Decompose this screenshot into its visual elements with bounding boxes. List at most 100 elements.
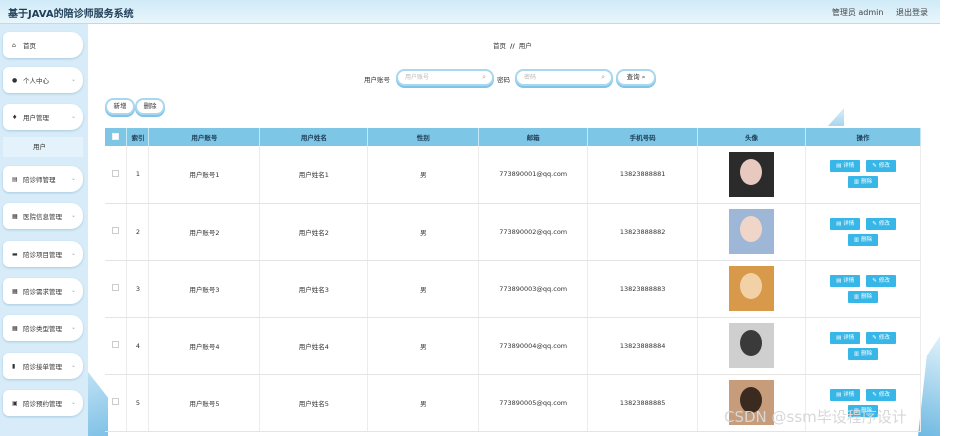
detail-button[interactable]: ▤ 详情 [830,388,861,401]
logout-link[interactable]: 退出登录 [896,8,928,17]
row-checkbox[interactable] [105,146,128,204]
trash-icon: ▥ [853,350,860,357]
sidebar-item-appointment-management[interactable]: ▣ 陪诊预约管理 ⌄ [3,390,83,416]
col-header: 索引 [126,128,150,146]
person-icon: ● [12,76,18,84]
edit-icon: ✎ [872,163,877,170]
cell-account: 用户账号1 [148,146,261,204]
cell-account: 用户账号2 [148,203,261,261]
select-all-checkbox[interactable] [105,128,128,146]
detail-label: 详情 [843,163,855,170]
avatar[interactable] [729,323,775,368]
edit-label: 修改 [878,277,890,284]
detail-button[interactable]: ▤ 详情 [830,217,861,230]
edit-button[interactable]: ✎ 修改 [866,388,896,401]
search-icon: ⌕ [601,73,605,81]
password-label: 密码 [497,76,510,84]
add-button[interactable]: 新增 [105,98,135,115]
table-header-row: 索引 用户账号 用户姓名 性别 邮箱 手机号码 头像 操作 [105,128,921,146]
cell-email: 773890001@qq.com [478,146,589,204]
cell-name: 用户姓名4 [259,317,369,375]
chevron-down-icon: ⌄ [70,287,76,294]
edit-icon: ✎ [872,334,877,341]
sidebar-item-label: 陪诊需求管理 [23,288,62,296]
avatar[interactable] [729,266,775,311]
cell-gender: 男 [367,317,480,375]
sidebar-item-project-management[interactable]: ▬ 陪诊项目管理 ⌄ [3,241,83,267]
trash-icon: ▥ [853,179,860,186]
chevron-down-icon: ⌄ [70,76,76,83]
detail-icon: ▤ [836,163,842,170]
cell-account: 用户账号3 [148,260,261,318]
edit-button[interactable]: ✎ 修改 [866,160,896,173]
cell-index: 1 [126,146,150,204]
row-checkbox[interactable] [105,260,128,318]
row-checkbox[interactable] [105,203,128,261]
cell-name: 用户姓名5 [259,374,369,432]
sidebar-item-profile[interactable]: ● 个人中心 ⌄ [3,67,83,93]
detail-button[interactable]: ▤ 详情 [830,274,861,287]
cell-email: 773890005@qq.com [478,374,589,432]
search-icon: ⌕ [482,73,486,81]
cell-gender: 男 [367,374,480,432]
chevron-down-icon: ⌄ [70,250,76,257]
account-search-input[interactable]: 用户账号 ⌕ [396,69,494,86]
breadcrumb-home[interactable]: 首页 [493,42,506,50]
breadcrumb-separator: // [510,42,515,50]
cell-index: 2 [126,203,150,261]
col-header: 性别 [367,128,480,146]
sidebar-item-label: 首页 [23,42,36,50]
detail-label: 详情 [843,391,855,398]
detail-button[interactable]: ▤ 详情 [830,331,861,344]
chevron-down-icon: ⌄ [70,175,76,182]
cell-gender: 男 [367,203,480,261]
sidebar-item-order-management[interactable]: ▮ 陪诊接单管理 ⌄ [3,353,83,379]
delete-button[interactable]: 删除 [135,98,165,115]
edit-button[interactable]: ✎ 修改 [866,331,896,344]
row-checkbox[interactable] [105,317,128,375]
row-checkbox[interactable] [105,374,128,432]
home-icon: ⌂ [12,41,16,49]
edit-icon: ✎ [872,391,877,398]
sidebar-item-hospital-management[interactable]: ▦ 医院信息管理 ⌄ [3,203,83,229]
sidebar-item-user-management[interactable]: ♦ 用户管理 ⌄ [3,104,83,130]
table-row: 3 用户账号3 用户姓名3 男 773890003@qq.com 1382388… [105,260,921,318]
cell-email: 773890003@qq.com [478,260,589,318]
delete-label: 删除 [861,179,873,186]
current-user: 管理员 admin [831,8,884,17]
password-search-input[interactable]: 密码 ⌕ [515,69,613,86]
detail-icon: ▤ [836,391,842,398]
col-header: 邮箱 [478,128,589,146]
breadcrumb: 首页 //用户 [493,40,532,50]
edit-label: 修改 [878,334,890,341]
sidebar-item-label: 用户管理 [23,114,49,122]
sidebar-item-escort-management[interactable]: ▤ 陪诊师管理 ⌄ [3,166,83,192]
edit-icon: ✎ [872,277,877,284]
sidebar-item-label: 个人中心 [23,77,49,85]
edit-button[interactable]: ✎ 修改 [866,274,896,287]
sidebar-subitem-user[interactable]: 用户 [3,137,83,157]
trash-icon: ▥ [853,293,860,300]
sidebar-item-home[interactable]: ⌂ 首页 [3,32,83,58]
avatar[interactable] [729,151,775,197]
cell-actions: ▤ 详情 ✎ 修改 ▥ 删除 [805,317,921,375]
sidebar-item-type-management[interactable]: ▦ 陪诊类型管理 ⌄ [3,315,83,341]
sidebar-item-demand-management[interactable]: ▦ 陪诊需求管理 ⌄ [3,278,83,304]
avatar[interactable] [729,209,775,254]
row-delete-button[interactable]: ▥ 删除 [847,290,879,303]
edit-button[interactable]: ✎ 修改 [866,217,896,230]
row-delete-button[interactable]: ▥ 删除 [847,347,879,360]
password-placeholder: 密码 [524,74,537,81]
detail-label: 详情 [843,277,855,284]
edit-label: 修改 [878,220,890,227]
table-row: 2 用户账号2 用户姓名2 男 773890002@qq.com 1382388… [105,203,921,261]
col-header: 操作 [805,128,921,146]
top-header: 基于JAVA的陪诊师服务系统 管理员 admin 退出登录 [0,0,940,24]
sidebar-item-label: 陪诊预约管理 [23,400,62,408]
row-delete-button[interactable]: ▥ 删除 [847,176,879,189]
row-delete-button[interactable]: ▥ 删除 [847,233,879,246]
query-button[interactable]: 查询 ⌕ [616,69,656,86]
detail-button[interactable]: ▤ 详情 [830,160,861,173]
cell-phone: 13823888885 [587,374,699,432]
cell-phone: 13823888884 [587,317,699,375]
